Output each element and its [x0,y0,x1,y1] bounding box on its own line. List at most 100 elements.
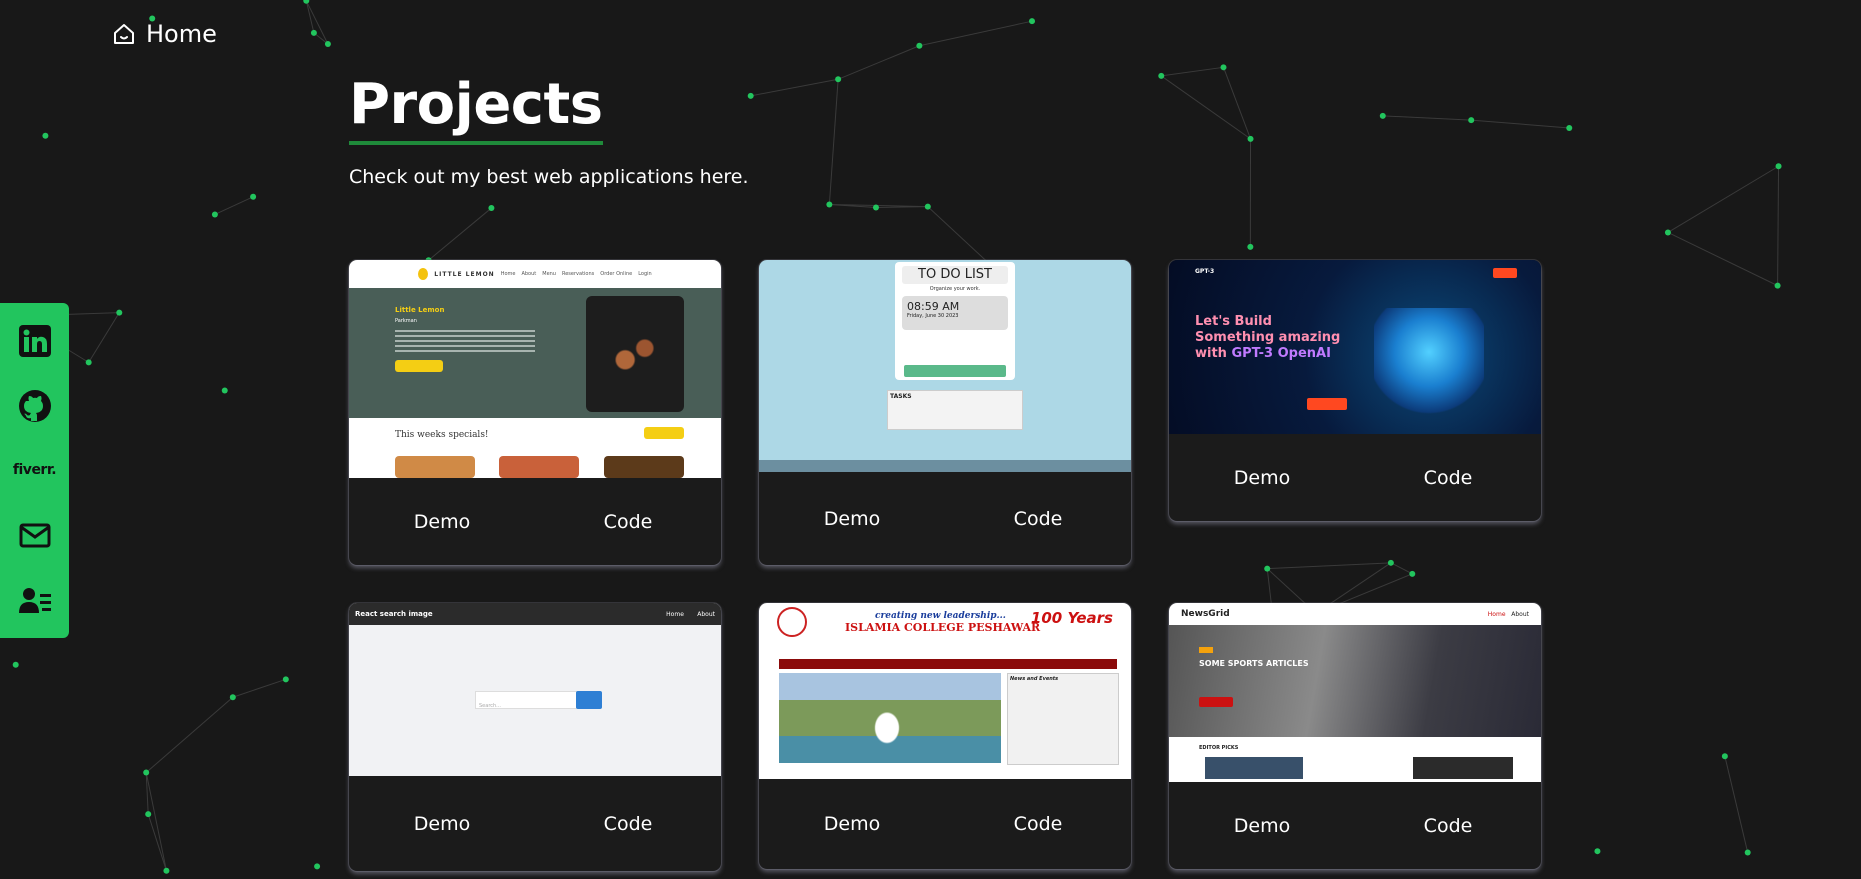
page-title: Projects [349,72,603,145]
thumb-category-tag [1199,647,1213,653]
demo-link[interactable]: Demo [792,508,912,530]
particle-dot [221,387,228,394]
thumb-title: TO DO LIST [902,266,1008,284]
thumb-college-logo [777,607,807,637]
project-card-islamia-college: creating new leadership... ISLAMIA COLLE… [759,603,1131,869]
thumb-article-image [1413,757,1513,779]
card-actions: Demo Code [1169,434,1541,521]
thumb-nav-item: Home [1487,610,1506,618]
particle-dot [314,863,321,870]
particle-dot [1566,124,1573,131]
thumb-nav-item: Menu [542,271,556,277]
demo-link[interactable]: Demo [792,813,912,835]
particle-link [214,196,254,215]
thumb-hero-text [395,330,535,352]
thumb-brand: React search image [355,610,433,618]
home-link[interactable]: Home [112,20,217,48]
demo-link[interactable]: Demo [382,813,502,835]
code-link[interactable]: Code [1388,815,1508,837]
fiverr-icon: fiverr. [12,462,57,479]
thumb-editor-picks: EDITOR PICKS [1199,745,1239,751]
particle-dot [1264,565,1271,572]
thumb-search-placeholder: Search... [479,703,501,709]
particle-link [1777,166,1780,286]
code-link[interactable]: Code [978,508,1098,530]
code-link[interactable]: Code [568,813,688,835]
thumb-brand: GPT-3 [1195,268,1215,275]
card-actions: Demo Code [1169,782,1541,869]
card-actions: Demo Code [349,776,721,871]
thumb-ai-face-image [1374,308,1484,418]
project-thumbnail[interactable]: GPT-3 Let's Build Something amazing with… [1169,260,1541,434]
particle-dot [250,193,257,200]
github-link[interactable] [17,388,53,424]
particle-dot [1029,18,1036,25]
particle-dot [1744,849,1751,856]
social-sidebar: fiverr. [0,303,69,638]
particle-link [1382,115,1472,121]
particle-link [305,0,315,33]
particle-link [145,772,167,871]
project-card-gpt3: GPT-3 Let's Build Something amazing with… [1169,260,1541,521]
code-link[interactable]: Code [1388,467,1508,489]
particle-dot [310,29,317,36]
particle-link [837,45,920,80]
thumb-order-button [644,427,684,439]
demo-link[interactable]: Demo [1202,467,1322,489]
demo-link[interactable]: Demo [1202,815,1322,837]
thumb-add-button [904,365,1006,377]
particle-dot [1247,243,1254,250]
thumb-dish-image [604,456,684,478]
particle-dot [1664,229,1671,236]
code-link[interactable]: Code [568,511,688,533]
particle-dot [229,694,236,701]
thumb-news-title: News and Events [1010,676,1059,682]
card-actions: Demo Code [349,478,721,565]
particle-dot [924,203,931,210]
particle-dot [488,205,495,212]
thumb-reserve-button [395,360,443,372]
fiverr-link[interactable]: fiverr. [13,452,57,488]
project-thumbnail[interactable]: React search image Home About Search... [349,603,721,776]
particle-dot [835,76,842,83]
demo-link[interactable]: Demo [382,511,502,533]
thumb-nav: LITTLE LEMON Home About Menu Reservation… [349,260,721,288]
particle-dot [211,211,218,218]
project-card-little-lemon: LITTLE LEMON Home About Menu Reservation… [349,260,721,565]
particle-link [1667,165,1779,233]
thumb-fountain-image [867,711,907,753]
thumb-nav-item: About [521,271,537,277]
particle-link [1390,562,1413,575]
resume-link[interactable] [17,582,53,618]
thumb-search-button [576,691,602,709]
thumb-nav-item: About [697,610,715,618]
page-subtitle: Check out my best web applications here. [349,166,749,188]
thumb-get-started-button [1307,398,1347,410]
card-actions: Demo Code [759,472,1131,565]
thumb-college-title: ISLAMIA COLLEGE PESHAWAR [845,621,1041,634]
thumb-nav-item: Order Online [600,271,633,277]
project-thumbnail[interactable]: LITTLE LEMON Home About Menu Reservation… [349,260,721,478]
particle-link [145,696,234,773]
github-icon [18,389,51,422]
particle-dot [163,867,170,874]
particle-link [147,814,167,871]
thumb-time: 08:59 AM [907,300,960,313]
project-thumbnail[interactable]: creating new leadership... ISLAMIA COLLE… [759,603,1131,779]
particle-dot [916,42,923,49]
code-link[interactable]: Code [978,813,1098,835]
thumb-nav: NewsGrid Home About [1169,603,1541,625]
particle-link [428,207,492,261]
particle-dot [85,359,92,366]
particle-link [1267,562,1391,570]
project-thumbnail[interactable]: NewsGrid Home About SOME SPORTS ARTICLES… [1169,603,1541,782]
particle-dot [1247,135,1254,142]
email-link[interactable] [17,517,53,553]
project-card-react-search-image: React search image Home About Search... … [349,603,721,871]
project-thumbnail[interactable]: TO DO LIST Organize your work. 08:59 AM … [759,260,1131,472]
card-actions: Demo Code [759,779,1131,869]
linkedin-link[interactable] [17,323,53,359]
particle-link [305,0,329,45]
thumb-hero-title: Little Lemon [395,306,445,314]
particle-dot [1721,753,1728,760]
